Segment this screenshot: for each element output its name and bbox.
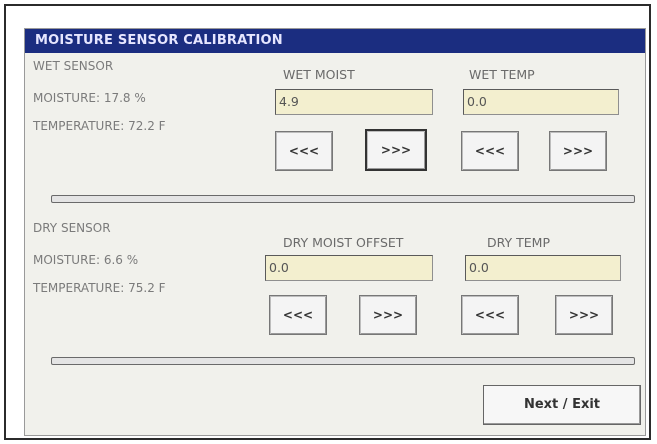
wet-temp-field[interactable]: 0.0 [463,89,619,115]
dry-temp-decrease-button[interactable]: <<< [461,295,519,335]
dry-moist-increase-button[interactable]: >>> [359,295,417,335]
screen-frame: MOISTURE SENSOR CALIBRATION WET SENSOR M… [4,4,651,440]
dry-moist-offset-field[interactable]: 0.0 [265,255,433,281]
dry-moisture-readout: MOISTURE: 6.6 % [33,253,139,267]
wet-temperature-readout: TEMPERATURE: 72.2 F [33,119,166,133]
section-divider-bottom [51,357,635,365]
wet-temp-decrease-button[interactable]: <<< [461,131,519,171]
dry-temp-label: DRY TEMP [487,235,550,250]
section-divider-top [51,195,635,203]
wet-moist-increase-button[interactable]: >>> [365,129,427,171]
dry-sensor-heading: DRY SENSOR [33,221,111,235]
dry-temperature-readout: TEMPERATURE: 75.2 F [33,281,166,295]
wet-sensor-heading: WET SENSOR [33,59,114,73]
calibration-panel: MOISTURE SENSOR CALIBRATION WET SENSOR M… [24,28,646,436]
wet-moist-decrease-button[interactable]: <<< [275,131,333,171]
wet-moist-field[interactable]: 4.9 [275,89,433,115]
dry-moist-offset-label: DRY MOIST OFFSET [283,235,404,250]
wet-moisture-readout: MOISTURE: 17.8 % [33,91,146,105]
wet-temp-increase-button[interactable]: >>> [549,131,607,171]
wet-temp-label: WET TEMP [469,67,535,82]
dry-temp-increase-button[interactable]: >>> [555,295,613,335]
wet-moist-label: WET MOIST [283,67,355,82]
next-exit-button[interactable]: Next / Exit [483,385,641,425]
window-title: MOISTURE SENSOR CALIBRATION [25,29,645,53]
dry-temp-field[interactable]: 0.0 [465,255,621,281]
dry-moist-decrease-button[interactable]: <<< [269,295,327,335]
